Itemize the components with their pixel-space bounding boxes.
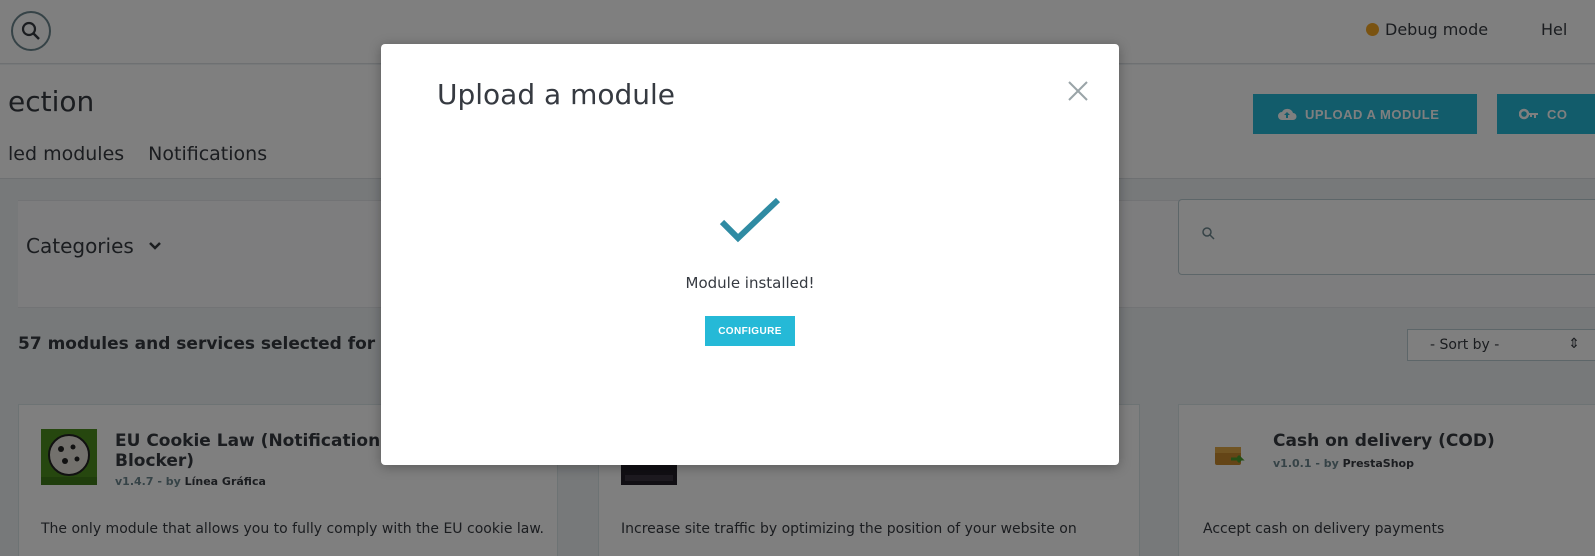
modal-title: Upload a module: [437, 78, 675, 111]
configure-button[interactable]: CONFIGURE: [705, 316, 795, 346]
close-button[interactable]: [1067, 80, 1089, 102]
success-message: Module installed!: [685, 274, 815, 292]
close-icon: [1068, 81, 1088, 101]
upload-module-modal: Upload a module Module installed! CONFIG…: [381, 44, 1119, 465]
checkmark-icon: [719, 197, 781, 243]
